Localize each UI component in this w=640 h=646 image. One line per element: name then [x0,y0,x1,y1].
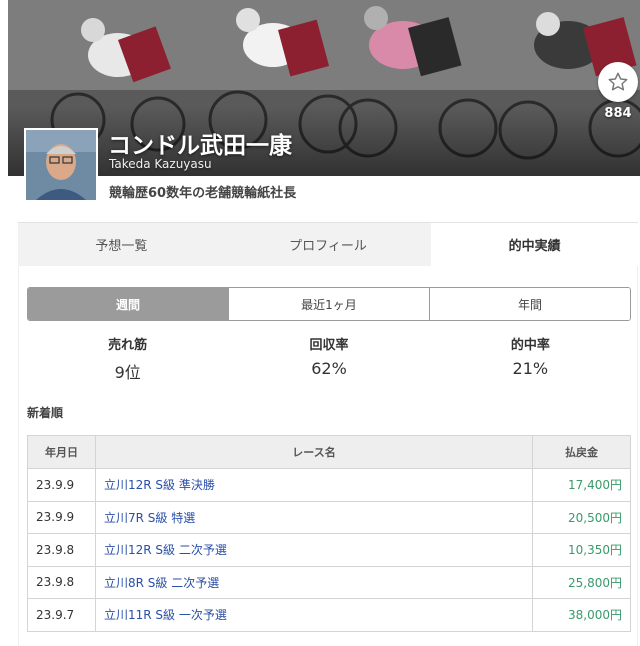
tab-hit-record[interactable]: 的中実績 [431,223,639,266]
row-payout: 20,500円 [532,500,631,534]
row-payout: 38,000円 [532,598,631,632]
favorite-count: 884 [604,106,632,121]
stat-return-rate: 回収率 62% [228,334,429,382]
stat-hit-rate: 的中率 21% [430,334,631,382]
table-row: 23.9.9 立川7R S級 特選 20,500円 [27,500,631,534]
row-race-link[interactable]: 立川8R S級 二次予選 [95,565,533,599]
row-payout: 10,350円 [532,533,631,567]
profile-name-en: Takeda Kazuyasu [109,157,212,171]
stat-value: 9位 [114,363,141,382]
row-date: 23.9.8 [27,533,96,567]
stat-label: 売れ筋 [108,338,148,353]
avatar-photo [26,130,96,200]
period-year-button[interactable]: 年間 [429,288,630,320]
table-row: 23.9.8 立川12R S級 二次予選 10,350円 [27,533,631,567]
profile-tagline: 競輪歴60数年の老舗競輪紙社長 [109,186,297,201]
row-date: 23.9.9 [27,468,96,502]
stat-label: 回収率 [309,338,349,353]
tab-profile[interactable]: プロフィール [225,223,432,266]
row-race-link[interactable]: 立川11R S級 一次予選 [95,598,533,632]
table-header-row: 年月日 レース名 払戻金 [27,435,631,469]
favorite-button[interactable] [598,62,638,102]
row-payout: 17,400円 [532,468,631,502]
hero-banner [8,0,640,176]
table-row: 23.9.9 立川12R S級 準決勝 17,400円 [27,468,631,502]
stats-summary: 売れ筋 9位 回収率 62% 的中率 21% [27,334,631,382]
table-row: 23.9.7 立川11R S級 一次予選 38,000円 [27,598,631,632]
stat-label: 的中率 [510,338,550,353]
profile-tabs: 予想一覧 プロフィール 的中実績 [18,222,639,266]
row-race-link[interactable]: 立川7R S級 特選 [95,500,533,534]
header-date: 年月日 [27,435,96,469]
row-race-link[interactable]: 立川12R S級 準決勝 [95,468,533,502]
period-selector: 週間 最近1ヶ月 年間 [27,287,631,321]
profile-name: コンドル武田一康 [108,133,292,159]
header-race: レース名 [95,435,533,469]
results-table: 年月日 レース名 払戻金 23.9.9 立川12R S級 準決勝 17,400円… [27,435,631,632]
tab-predictions[interactable]: 予想一覧 [18,223,225,266]
star-outline-icon [608,72,628,91]
stat-value: 21% [512,359,549,378]
stat-popularity: 売れ筋 9位 [27,334,228,382]
sort-label: 新着順 [27,406,64,420]
stat-value: 62% [311,359,347,378]
avatar [24,128,98,202]
row-race-link[interactable]: 立川12R S級 二次予選 [95,533,533,567]
row-date: 23.9.7 [27,598,96,632]
period-month-button[interactable]: 最近1ヶ月 [228,288,429,320]
row-date: 23.9.8 [27,565,96,599]
row-date: 23.9.9 [27,500,96,534]
row-payout: 25,800円 [532,565,631,599]
header-payout: 払戻金 [532,435,631,469]
period-weekly-button[interactable]: 週間 [28,288,228,320]
hero-shade [8,106,640,176]
table-row: 23.9.8 立川8R S級 二次予選 25,800円 [27,565,631,599]
